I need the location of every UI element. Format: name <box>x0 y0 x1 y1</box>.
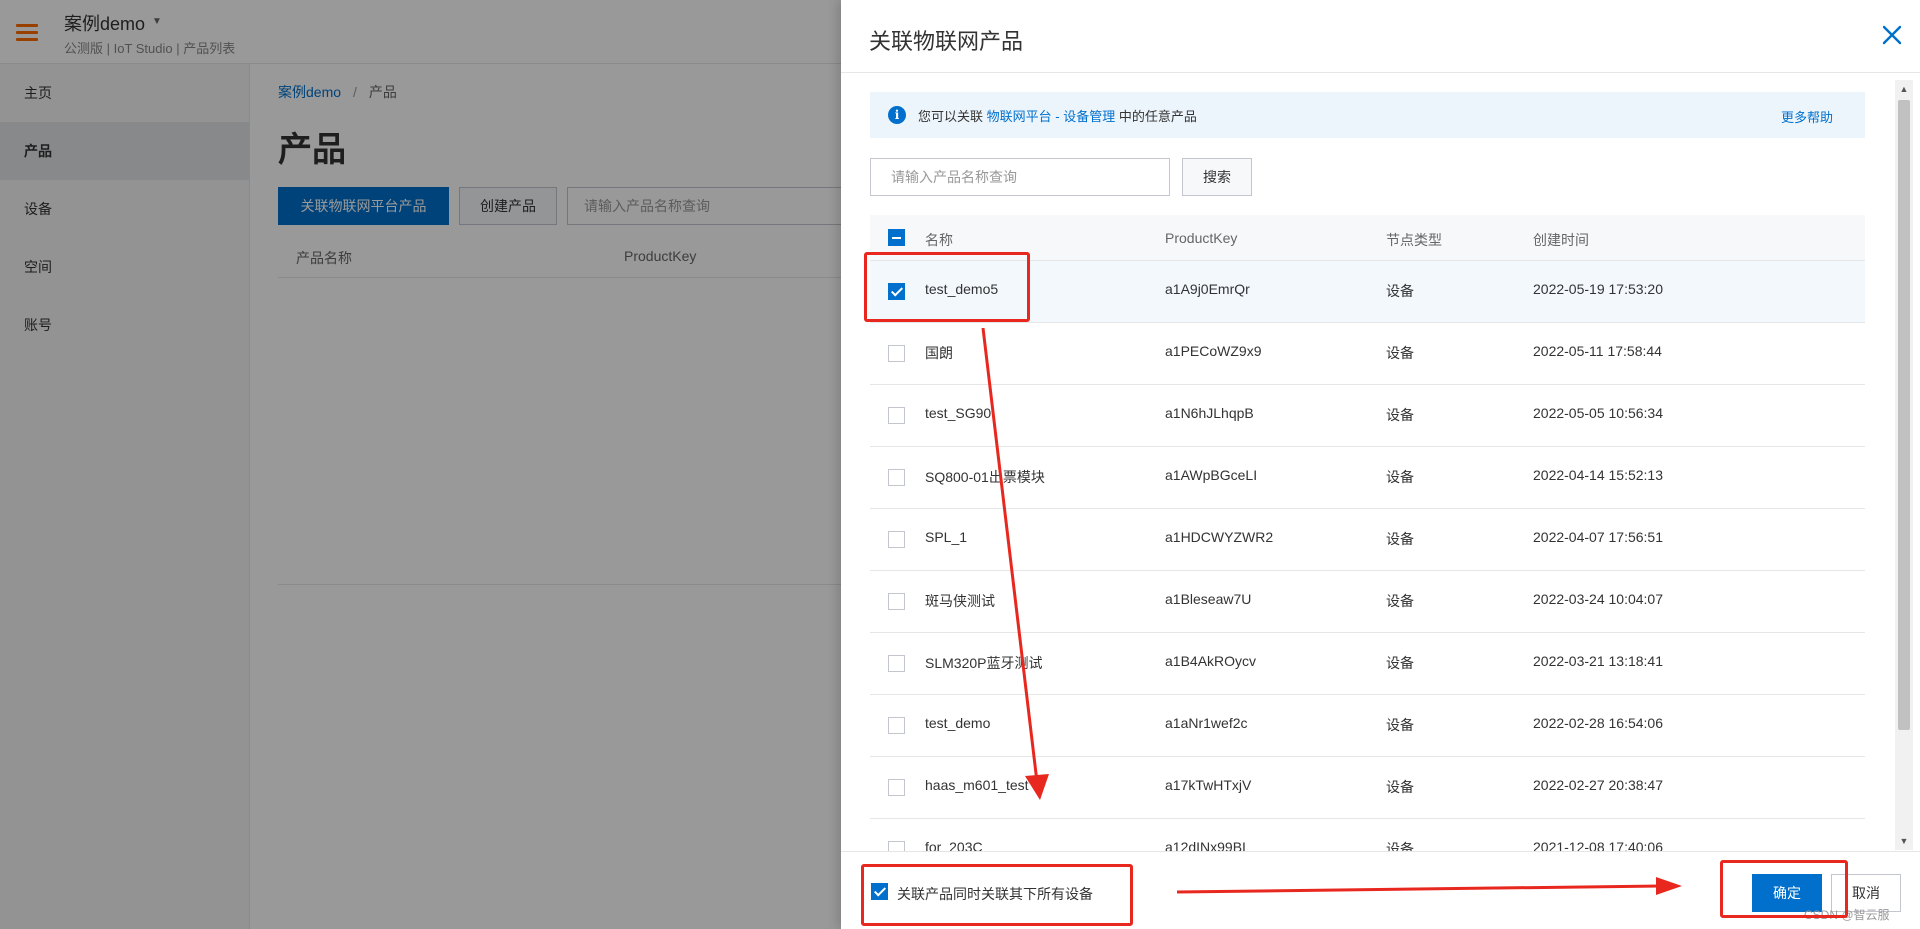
row-checkbox[interactable] <box>888 345 905 362</box>
column-header-productkey: ProductKey <box>1165 230 1238 246</box>
table-row[interactable]: SPL_1 a1HDCWYZWR2 设备 2022-04-07 17:56:51 <box>870 509 1865 571</box>
scroll-thumb[interactable] <box>1898 100 1910 730</box>
row-node-type: 设备 <box>1386 655 1414 671</box>
row-node-type: 设备 <box>1386 841 1414 851</box>
more-help-link[interactable]: 更多帮助 <box>1781 107 1833 126</box>
annotation-box-associate-all <box>861 864 1133 926</box>
row-created-time: 2022-05-05 10:56:34 <box>1533 405 1663 421</box>
row-productkey: a1AWpBGceLI <box>1165 467 1258 483</box>
drawer-header-divider <box>841 72 1920 73</box>
row-checkbox[interactable] <box>888 531 905 548</box>
info-notice: i 您可以关联 物联网平台 - 设备管理 中的任意产品 更多帮助 <box>870 92 1865 138</box>
row-created-time: 2022-02-28 16:54:06 <box>1533 715 1663 731</box>
row-created-time: 2022-04-07 17:56:51 <box>1533 529 1663 545</box>
row-name: 国朗 <box>925 345 953 361</box>
row-productkey: a1N6hJLhqpB <box>1165 405 1254 421</box>
associate-product-drawer: 关联物联网产品 i 您可以关联 物联网平台 - 设备管理 中的任意产品 更多帮助… <box>841 0 1920 929</box>
row-productkey: a17kTwHTxjV <box>1165 777 1252 793</box>
column-header-name: 名称 <box>925 232 953 248</box>
row-created-time: 2022-03-24 10:04:07 <box>1533 591 1663 607</box>
scroll-up-icon[interactable]: ▲ <box>1895 80 1913 98</box>
row-productkey: a1aNr1wef2c <box>1165 715 1248 731</box>
row-node-type: 设备 <box>1386 779 1414 795</box>
row-checkbox[interactable] <box>888 593 905 610</box>
column-header-node-type: 节点类型 <box>1386 232 1442 248</box>
row-name: SLM320P蓝牙测试 <box>925 655 1043 671</box>
modal-overlay[interactable] <box>0 0 841 929</box>
row-created-time: 2022-03-21 13:18:41 <box>1533 653 1663 669</box>
table-row[interactable]: haas_m601_test a17kTwHTxjV 设备 2022-02-27 20… <box>870 757 1865 819</box>
row-created-time: 2022-02-27 20:38:47 <box>1533 777 1663 793</box>
search-button[interactable]: 搜索 <box>1182 158 1252 196</box>
row-node-type: 设备 <box>1386 345 1414 361</box>
row-name: for_203C <box>925 839 983 851</box>
column-header-created-time: 创建时间 <box>1533 232 1589 248</box>
row-node-type: 设备 <box>1386 717 1414 733</box>
row-productkey: a1B4AkROycv <box>1165 653 1257 669</box>
table-row[interactable]: 斑马侠测试 a1Bleseaw7U 设备 2022-03-24 10:04:07 <box>870 571 1865 633</box>
annotation-box-confirm <box>1720 860 1848 918</box>
table-row[interactable]: test_demo a1aNr1wef2c 设备 2022-02-28 16:54:0… <box>870 695 1865 757</box>
row-productkey: a1PECoWZ9x9 <box>1165 343 1262 359</box>
row-name: haas_m601_test <box>925 777 1029 793</box>
row-productkey: a1A9j0EmrQr <box>1165 281 1250 297</box>
info-icon: i <box>888 106 906 124</box>
notice-prefix: 您可以关联 <box>918 109 984 124</box>
scroll-down-icon[interactable]: ▼ <box>1895 832 1913 850</box>
table-row[interactable]: for_203C a12dINx99BI 设备 2021-12-08 17:40:06 <box>870 819 1865 851</box>
notice-suffix: 中的任意产品 <box>1118 109 1197 124</box>
row-node-type: 设备 <box>1386 469 1414 485</box>
select-all-checkbox[interactable] <box>888 229 905 246</box>
row-productkey: a1HDCWYZWR2 <box>1165 529 1274 545</box>
row-checkbox[interactable] <box>888 779 905 796</box>
row-checkbox[interactable] <box>888 655 905 672</box>
drawer-table-body: test_demo5 a1A9j0EmrQr 设备 2022-05-19 17:53:… <box>870 261 1865 851</box>
row-node-type: 设备 <box>1386 283 1414 299</box>
row-productkey: a12dINx99BI <box>1165 839 1246 851</box>
row-name: 斑马侠测试 <box>925 593 995 609</box>
row-productkey: a1Bleseaw7U <box>1165 591 1252 607</box>
close-icon[interactable] <box>1879 22 1905 48</box>
row-checkbox[interactable] <box>888 841 905 851</box>
drawer-search-input[interactable] <box>870 158 1170 196</box>
table-row[interactable]: 国朗 a1PECoWZ9x9 设备 2022-05-11 17:58:44 <box>870 323 1865 385</box>
row-node-type: 设备 <box>1386 407 1414 423</box>
row-name: test_SG90 <box>925 405 992 421</box>
row-name: test_demo <box>925 715 991 731</box>
row-checkbox[interactable] <box>888 469 905 486</box>
annotation-box-selected-row <box>864 252 1030 322</box>
table-row[interactable]: SLM320P蓝牙测试 a1B4AkROycv 设备 2022-03-21 13:18… <box>870 633 1865 695</box>
row-created-time: 2022-05-11 17:58:44 <box>1533 343 1662 359</box>
drawer-title: 关联物联网产品 <box>869 29 1024 54</box>
row-created-time: 2022-05-19 17:53:20 <box>1533 281 1663 297</box>
row-name: SPL_1 <box>925 529 968 545</box>
row-created-time: 2021-12-08 17:40:06 <box>1533 839 1663 851</box>
row-node-type: 设备 <box>1386 593 1414 609</box>
table-row[interactable]: SQ800-01出票模块 a1AWpBGceLI 设备 2022-04-14 15:5… <box>870 447 1865 509</box>
table-row[interactable]: test_SG90 a1N6hJLhqpB 设备 2022-05-05 10:56:3… <box>870 385 1865 447</box>
row-checkbox[interactable] <box>888 717 905 734</box>
row-node-type: 设备 <box>1386 531 1414 547</box>
iot-platform-link[interactable]: 物联网平台 - 设备管理 <box>987 109 1116 124</box>
row-checkbox[interactable] <box>888 407 905 424</box>
scrollbar[interactable]: ▲ ▼ <box>1895 80 1913 850</box>
notice-text: 您可以关联 物联网平台 - 设备管理 中的任意产品 <box>918 106 1197 125</box>
row-name: SQ800-01出票模块 <box>925 469 1045 485</box>
row-created-time: 2022-04-14 15:52:13 <box>1533 467 1663 483</box>
